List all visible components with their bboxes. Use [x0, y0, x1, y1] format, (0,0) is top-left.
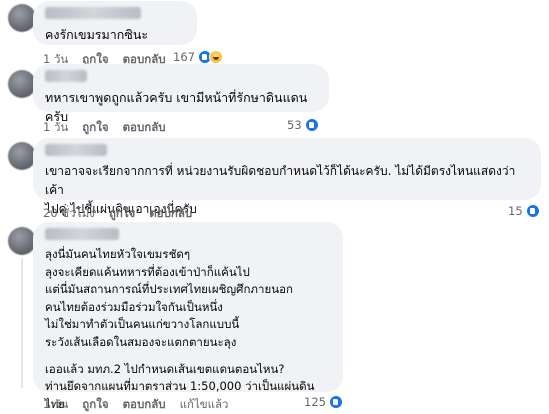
- avatar[interactable]: [8, 4, 36, 32]
- edited-label[interactable]: แก้ไขแล้ว: [180, 396, 229, 414]
- timestamp[interactable]: 1 วัน: [43, 119, 68, 137]
- comment-actions: 1 วัน ถูกใจ ตอบกลับ: [43, 119, 166, 137]
- comment-bubble: เขาอาจจะเรียกจากการที่ หน่วยงานรับผิดชอบ…: [33, 138, 541, 216]
- reply-button[interactable]: ตอบกลับ: [123, 396, 166, 414]
- avatar[interactable]: [8, 70, 36, 98]
- comment-bubble: ลุงนี่มันคนไทยหัวใจเขมรชัดๆ ลุงจะเคียดแค…: [33, 222, 343, 411]
- comment-bubble: ทหารเขาพูดถูกแล้วครับ เขามีหน้าที่รักษาด…: [33, 64, 329, 124]
- comment-bubble: คงรักเขมรมากซินะ: [33, 1, 197, 45]
- like-icon: [304, 118, 319, 132]
- reaction-count: 167: [173, 50, 195, 64]
- reply-button[interactable]: ตอบกลับ: [123, 119, 166, 137]
- avatar[interactable]: [8, 142, 36, 170]
- reactions-summary[interactable]: 167: [173, 50, 223, 64]
- like-icon: [328, 395, 343, 409]
- author-name[interactable]: [45, 7, 141, 19]
- haha-icon: [208, 50, 223, 64]
- like-button[interactable]: ถูกใจ: [109, 205, 135, 223]
- like-button[interactable]: ถูกใจ: [82, 396, 108, 414]
- author-name[interactable]: [45, 144, 107, 156]
- avatar[interactable]: [8, 227, 36, 255]
- like-button[interactable]: ถูกใจ: [82, 119, 108, 137]
- timestamp[interactable]: 1 วัน: [43, 396, 68, 414]
- reactions-summary[interactable]: 125: [304, 395, 343, 409]
- reactions-summary[interactable]: 53: [287, 118, 319, 132]
- like-icon: [525, 204, 540, 218]
- reaction-count: 15: [508, 204, 523, 218]
- reaction-count: 53: [287, 118, 302, 132]
- reaction-count: 125: [304, 395, 326, 409]
- comment-text: คงรักเขมรมากซินะ: [45, 27, 149, 42]
- author-name[interactable]: [45, 70, 87, 82]
- comment-actions: 1 วัน ถูกใจ ตอบกลับ แก้ไขแล้ว: [43, 396, 229, 414]
- timestamp[interactable]: 20 ชั่วโมง: [43, 205, 95, 223]
- comment-text: ลุงนี่มันคนไทยหัวใจเขมรชัดๆ ลุงจะเคียดแค…: [45, 247, 293, 349]
- comment-actions: 20 ชั่วโมง ถูกใจ ตอบกลับ: [43, 205, 192, 223]
- thread-line: [21, 258, 23, 388]
- reactions-summary[interactable]: 15: [508, 204, 540, 218]
- author-name[interactable]: [45, 228, 119, 240]
- reply-button[interactable]: ตอบกลับ: [149, 205, 192, 223]
